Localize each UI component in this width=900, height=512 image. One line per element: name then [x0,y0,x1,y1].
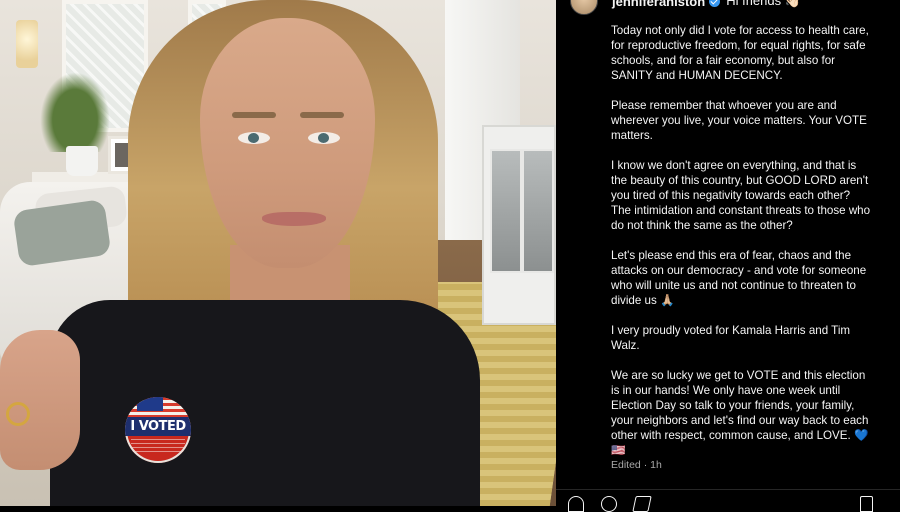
cabinet-glass-left [490,149,522,273]
edited-timestamp: Edited · 1h [611,459,662,471]
plant [40,72,110,152]
wall-lamp [16,20,38,68]
verified-badge-icon [709,0,721,7]
mouth [262,212,326,226]
caption-paragraph-5: I very proudly voted for Kamala Harris a… [611,324,851,352]
caption-paragraph-4: Let's please end this era of fear, chaos… [611,249,867,307]
caption-paragraph-2: Please remember that whoever you are and… [611,99,867,142]
username-link[interactable]: jenniferaniston [612,0,705,9]
black-shirt [50,300,480,506]
sticker-label: I VOTED [125,417,191,436]
post-photo[interactable]: I VOTED [0,0,556,506]
flag-icon [125,397,191,419]
heart-icon[interactable] [568,496,584,512]
sticker-fine-print [131,439,185,455]
avatar[interactable] [570,0,598,15]
divider [556,489,900,490]
post-header: jenniferaniston Hi friends 👋🏻 [570,0,801,15]
right-eyebrow [300,112,344,118]
caption-text: Today not only did I vote for access to … [611,23,871,473]
plant-pot [66,146,98,176]
caption-paragraph-1: Today not only did I vote for access to … [611,24,869,82]
right-eye [308,132,340,144]
glass-cabinet [482,125,556,325]
cabinet-glass-right [522,149,554,273]
share-icon[interactable] [632,496,652,512]
left-eye [238,132,270,144]
caption-panel: jenniferaniston Hi friends 👋🏻 Today not … [556,0,900,512]
comment-icon[interactable] [601,496,617,512]
caption-greeting: Hi friends 👋🏻 [726,0,801,8]
hand [0,330,80,470]
action-bar [568,496,888,512]
i-voted-sticker: I VOTED [125,397,191,463]
left-eyebrow [232,112,276,118]
caption-paragraph-3: I know we don't agree on everything, and… [611,159,871,232]
caption-paragraph-6: We are so lucky we get to VOTE and this … [611,369,869,457]
bookmark-icon[interactable] [860,496,873,512]
ring [6,402,30,426]
